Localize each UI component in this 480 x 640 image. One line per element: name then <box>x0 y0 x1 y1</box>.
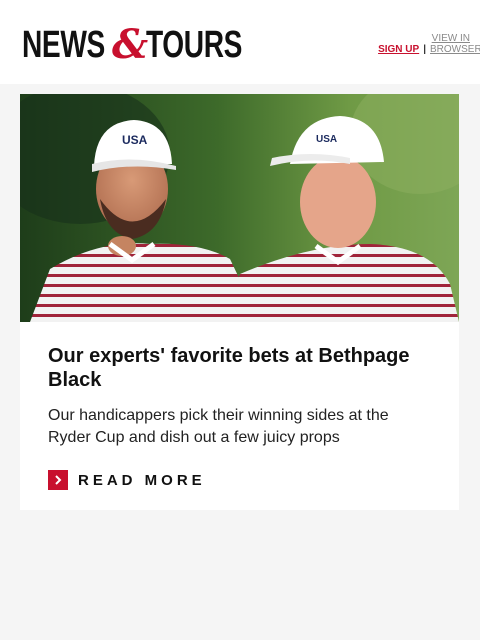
article-card: USA USA Our experts' favorite bets at Be… <box>20 94 459 510</box>
read-more-button[interactable]: READ MORE <box>48 470 206 490</box>
read-more-label: READ MORE <box>78 471 206 489</box>
left-cap-text: USA <box>122 133 148 147</box>
sign-up-link[interactable]: SIGN UP <box>378 44 419 55</box>
email-header: NEWS & TOURS SIGN UP | VIEW IN BROWSER <box>0 0 480 84</box>
right-cap-text: USA <box>316 134 337 145</box>
news-and-tours-logo[interactable]: NEWS & TOURS <box>22 21 276 68</box>
view-in-browser-link[interactable]: VIEW IN BROWSER <box>430 33 480 55</box>
logo-tours-text: TOURS <box>146 24 243 66</box>
logo-ampersand: & <box>112 21 149 68</box>
logo-news-text: NEWS <box>22 24 105 66</box>
article-summary: Our handicappers pick their winning side… <box>48 407 389 446</box>
article-hero-image[interactable]: USA USA <box>20 94 459 322</box>
chevron-right-icon <box>48 470 68 490</box>
link-separator: | <box>423 44 426 55</box>
golfers-photo: USA USA <box>20 94 459 322</box>
article-headline[interactable]: Our experts' favorite bets at Bethpage B… <box>48 344 438 392</box>
header-links: SIGN UP | VIEW IN BROWSER <box>378 33 480 55</box>
